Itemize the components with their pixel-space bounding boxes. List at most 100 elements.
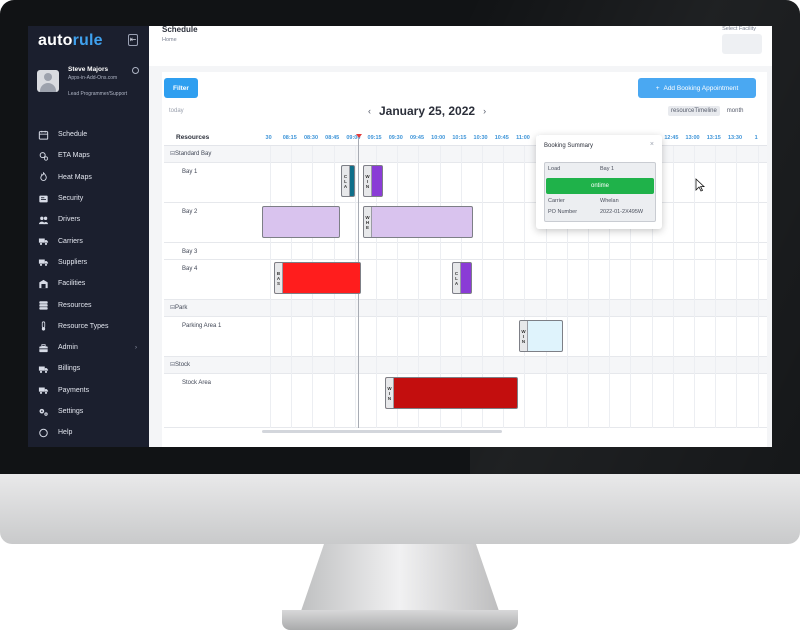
resource-label: Bay 2 bbox=[182, 209, 198, 215]
resource-label: Parking Area 1 bbox=[182, 323, 222, 329]
sidebar-item-label: Billings bbox=[58, 365, 81, 373]
booking-event-tag: WIN bbox=[386, 378, 394, 408]
time-slot-label: 30 bbox=[265, 135, 272, 141]
sidebar-item-resource-types[interactable]: Resource Types bbox=[28, 316, 149, 337]
time-gridline bbox=[736, 146, 738, 428]
gears-icon bbox=[37, 407, 49, 417]
brand-prefix: auto bbox=[38, 32, 73, 49]
filter-button[interactable]: Filter bbox=[164, 78, 198, 98]
sidebar-item-facilities[interactable]: Facilities bbox=[28, 273, 149, 294]
monitor-stand-base bbox=[282, 610, 518, 630]
schedule-panel: Filter + Add Booking Appointment today ‹ … bbox=[162, 72, 767, 447]
time-gridline bbox=[524, 146, 526, 428]
sidebar-item-label: Resources bbox=[58, 301, 92, 309]
sidebar-item-label: Schedule bbox=[58, 131, 88, 139]
sidebar-item-label: Help bbox=[58, 429, 73, 437]
today-button[interactable]: today bbox=[169, 108, 184, 114]
sidebar-item-carriers[interactable]: Carriers bbox=[28, 230, 149, 251]
booking-event-tag: CLA bbox=[453, 263, 461, 293]
date-navigator: ‹ January 25, 2022 › bbox=[368, 104, 486, 118]
time-slot-label: 09:00 bbox=[346, 135, 361, 141]
time-slot-label: 10:45 bbox=[494, 135, 509, 141]
user-profile: Steve Majors Apps-in-Add-Ons.com Lead Pr… bbox=[28, 60, 149, 120]
sidebar-item-label: Drivers bbox=[58, 216, 81, 224]
page-title: Schedule bbox=[162, 26, 198, 34]
summary-value: 2022-01-2X495W bbox=[600, 209, 644, 215]
sidebar-item-suppliers[interactable]: Suppliers bbox=[28, 252, 149, 273]
next-date-icon[interactable]: › bbox=[483, 106, 486, 116]
sidebar-item-security[interactable]: Security bbox=[28, 188, 149, 209]
time-slot-label: 1 bbox=[754, 135, 758, 141]
resource-row[interactable]: Parking Area 1 bbox=[164, 317, 767, 357]
resource-label: Bay 4 bbox=[182, 266, 198, 272]
horizontal-scrollbar[interactable] bbox=[262, 430, 502, 433]
sidebar-item-schedule[interactable]: Schedule bbox=[28, 124, 149, 145]
resource-group-row[interactable]: Stock bbox=[164, 357, 767, 374]
resource-label: Bay 1 bbox=[182, 169, 198, 175]
booking-event-tag: WHE bbox=[364, 207, 372, 237]
page-header: Schedule Home Select Facility bbox=[149, 26, 772, 66]
resource-label: Stock Area bbox=[182, 380, 212, 386]
toolbox-icon bbox=[37, 343, 49, 353]
summary-key: Carrier bbox=[548, 198, 565, 204]
user-role: Lead Programmer/Support bbox=[68, 91, 128, 97]
sidebar-item-heat-maps[interactable]: Heat Maps bbox=[28, 167, 149, 188]
booking-event[interactable]: WIN bbox=[363, 165, 383, 197]
monitor-stand-neck bbox=[300, 544, 500, 614]
sidebar: autorule ⇤ Steve Majors Apps-in-Add-Ons.… bbox=[28, 26, 149, 447]
profile-settings-icon[interactable] bbox=[132, 67, 139, 74]
time-gridline bbox=[672, 146, 674, 428]
close-icon[interactable]: × bbox=[650, 141, 654, 148]
summary-value: Bay 1 bbox=[600, 166, 615, 172]
thermometer-icon bbox=[37, 321, 49, 331]
facility-select[interactable] bbox=[722, 34, 762, 54]
view-resourcetimeline[interactable]: resourceTimeline bbox=[668, 106, 720, 116]
calendar-icon bbox=[37, 130, 49, 140]
sidebar-item-label: Facilities bbox=[58, 280, 86, 288]
sidebar-item-billings[interactable]: Billings bbox=[28, 358, 149, 379]
resource-group-row[interactable]: Standard Bay bbox=[164, 146, 767, 163]
sidebar-item-resources[interactable]: Resources bbox=[28, 294, 149, 315]
resource-row[interactable]: Bay 3 bbox=[164, 243, 767, 260]
facility-select-label: Select Facility bbox=[722, 26, 756, 32]
avatar[interactable] bbox=[37, 70, 59, 92]
summary-key: Load bbox=[548, 166, 561, 172]
current-date: January 25, 2022 bbox=[379, 104, 476, 118]
view-switcher: resourceTimeline month bbox=[668, 106, 746, 116]
booking-event[interactable]: WIN bbox=[385, 377, 518, 409]
booking-event-tag: WIN bbox=[364, 166, 372, 196]
time-slot-label: 08:45 bbox=[325, 135, 340, 141]
sidebar-item-label: Resource Types bbox=[58, 322, 109, 330]
time-slot-label: 12:45 bbox=[664, 135, 679, 141]
booking-event[interactable] bbox=[262, 206, 340, 238]
breadcrumb[interactable]: Home bbox=[162, 37, 177, 43]
prev-date-icon[interactable]: ‹ bbox=[368, 106, 371, 116]
booking-event[interactable]: WHE bbox=[363, 206, 473, 238]
help-icon bbox=[37, 428, 49, 438]
resource-group-row[interactable]: Park bbox=[164, 300, 767, 317]
time-slot-label: 13:15 bbox=[706, 135, 721, 141]
brand-logo[interactable]: autorule bbox=[38, 32, 103, 50]
booking-event[interactable]: CLA bbox=[341, 165, 355, 197]
resource-row[interactable]: Bay 1 bbox=[164, 163, 767, 203]
add-booking-button[interactable]: + Add Booking Appointment bbox=[638, 78, 756, 98]
booking-event[interactable]: WIN bbox=[519, 320, 563, 352]
booking-event[interactable]: BAS bbox=[274, 262, 361, 294]
truck-icon bbox=[37, 364, 49, 374]
brand-suffix: rule bbox=[72, 32, 103, 49]
time-slot-label: 09:30 bbox=[388, 135, 403, 141]
booking-event[interactable]: CLA bbox=[452, 262, 472, 294]
sidebar-item-settings[interactable]: Settings bbox=[28, 401, 149, 422]
resource-timeline: Resources 30 08:15 08:30 08:45 09:00 09:15 09:… bbox=[164, 130, 767, 428]
sidebar-item-drivers[interactable]: Drivers bbox=[28, 209, 149, 230]
booking-summary-popup: Booking Summary × Load Bay 1 ontime Carr… bbox=[536, 135, 662, 229]
summary-row-load: Load Bay 1 bbox=[545, 166, 657, 176]
view-month[interactable]: month bbox=[724, 106, 747, 116]
sidebar-item-admin[interactable]: Admin › bbox=[28, 337, 149, 358]
collapse-sidebar-icon[interactable]: ⇤ bbox=[128, 34, 138, 46]
users-icon bbox=[37, 215, 49, 225]
sidebar-item-help[interactable]: Help bbox=[28, 422, 149, 443]
sidebar-item-eta-maps[interactable]: ETA Maps bbox=[28, 145, 149, 166]
sidebar-item-payments[interactable]: Payments bbox=[28, 380, 149, 401]
sidebar-item-label: Admin bbox=[58, 344, 78, 352]
